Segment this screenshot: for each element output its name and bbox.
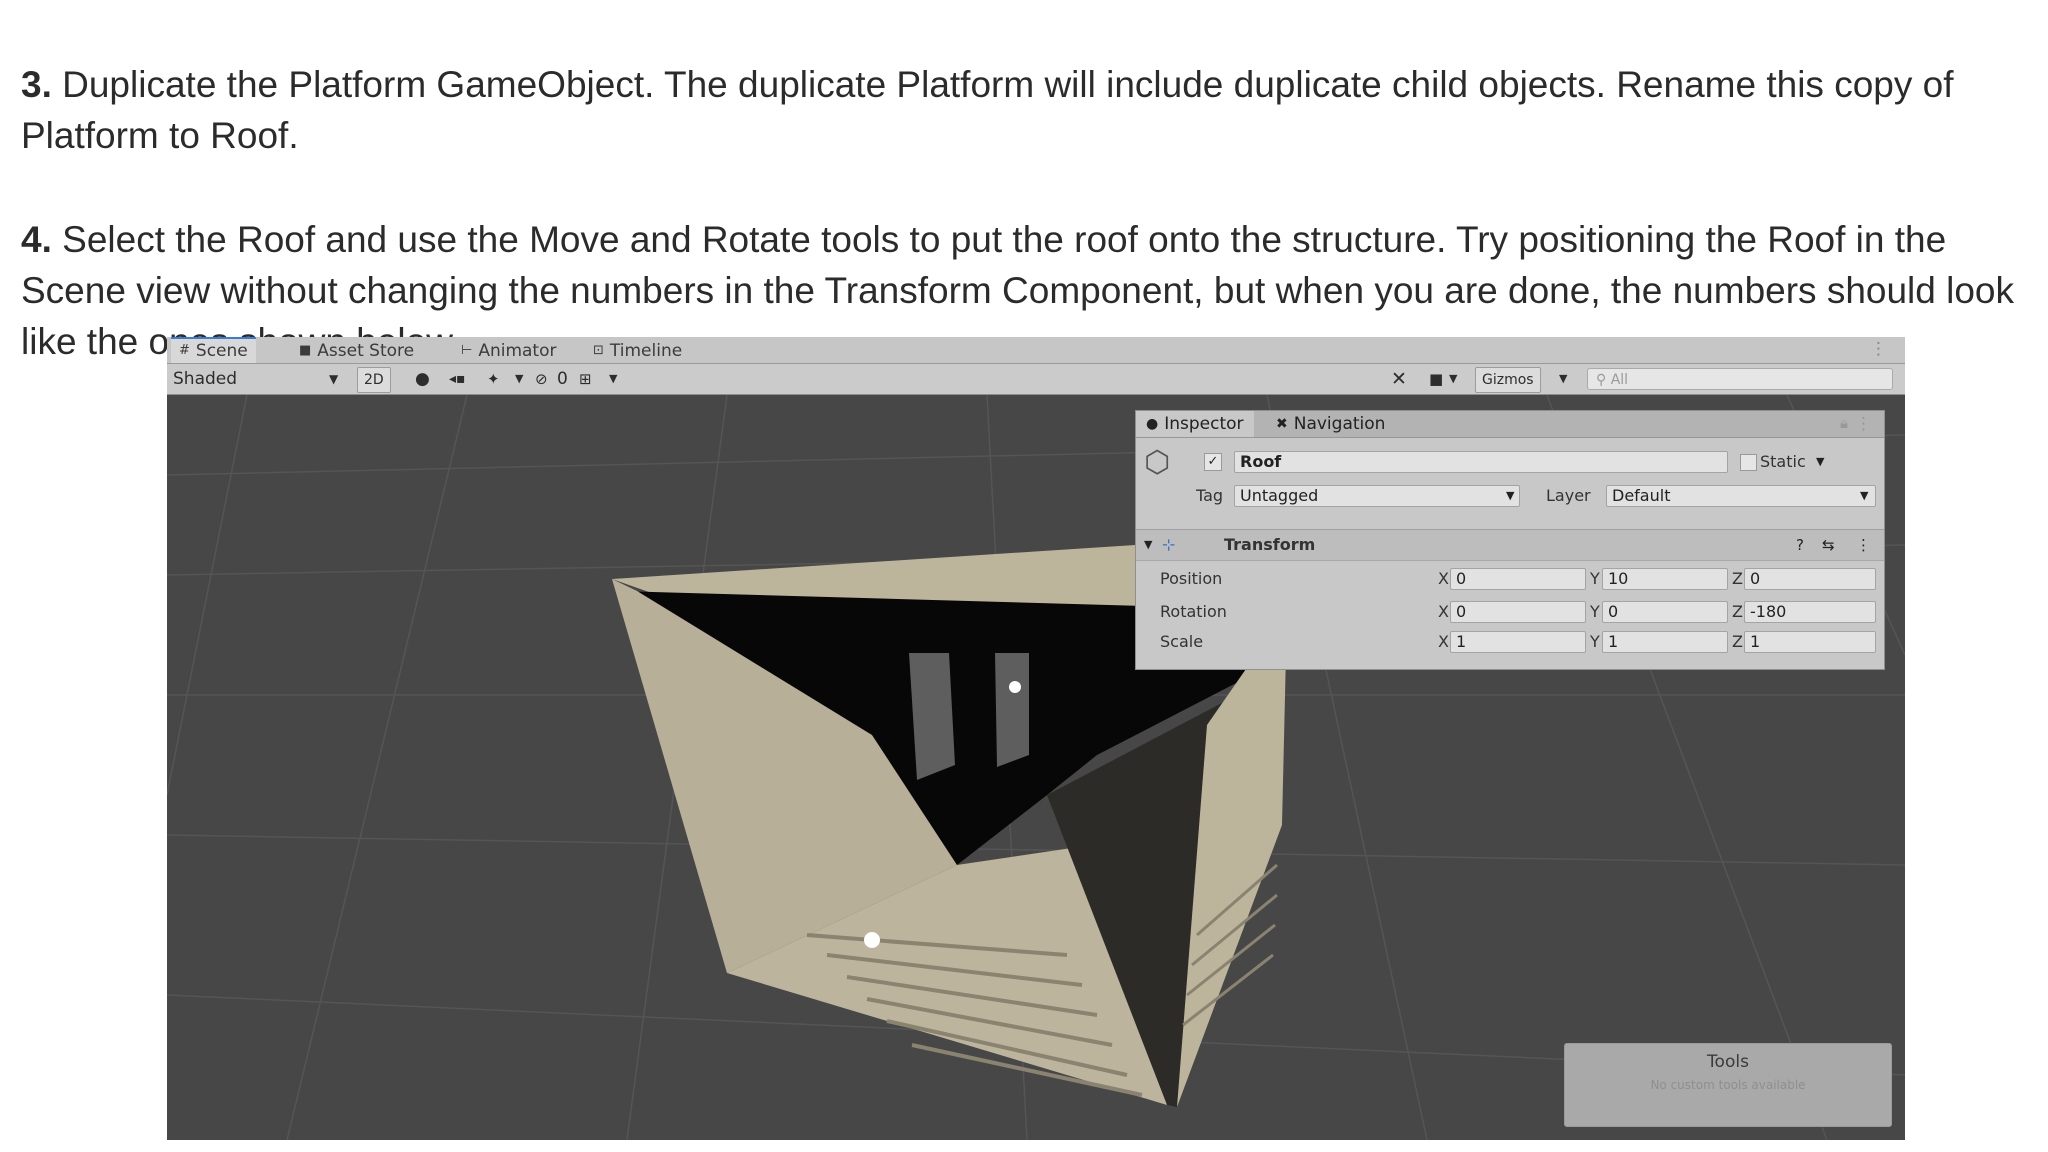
chevron-down-icon: ▼: [1449, 372, 1458, 385]
cube-icon: ⬡: [1144, 445, 1171, 480]
grid-icon: #: [179, 343, 190, 358]
position-x-input[interactable]: 0: [1450, 568, 1586, 590]
inspector-panel: ● Inspector ✖ Navigation 🔒︎ ⋮ ⬡ ✓ Roof S…: [1135, 410, 1885, 670]
chevron-down-icon: ▼: [1506, 489, 1515, 502]
axis-x-label[interactable]: X: [1438, 568, 1449, 590]
tab-label: Asset Store: [317, 341, 415, 361]
camera-icon[interactable]: ■: [1429, 367, 1443, 391]
transform-icon: ⊹: [1162, 535, 1176, 554]
tab-label: Scene: [195, 341, 248, 361]
layer-label: Layer: [1546, 486, 1591, 505]
editor-tab-bar: # Scene ■ Asset Store ⊢ Animator ⊡ Timel…: [167, 337, 1905, 364]
grid-toggle-icon[interactable]: ⊞: [579, 367, 592, 391]
presets-icon[interactable]: ⇆: [1822, 534, 1835, 556]
axis-z-label[interactable]: Z: [1732, 568, 1743, 590]
animator-icon: ⊢: [461, 343, 473, 358]
axis-x-label[interactable]: X: [1438, 601, 1449, 623]
timeline-icon: ⊡: [593, 343, 604, 358]
chevron-down-icon: ▼: [609, 372, 618, 385]
static-label[interactable]: Static: [1760, 451, 1806, 473]
object-name-input[interactable]: Roof: [1234, 451, 1728, 473]
tools-overlay: Tools No custom tools available: [1564, 1043, 1892, 1127]
tab-animator[interactable]: ⊢ Animator: [453, 339, 565, 363]
chevron-down-icon: ▼: [1860, 489, 1869, 502]
effects-icon[interactable]: ✦: [487, 367, 500, 391]
step-number: 4.: [21, 219, 52, 260]
tag-label: Tag: [1196, 486, 1224, 505]
search-placeholder: All: [1610, 372, 1629, 388]
position-z-input[interactable]: 0: [1744, 568, 1876, 590]
rotation-y-input[interactable]: 0: [1602, 601, 1728, 623]
scale-z-input[interactable]: 1: [1744, 631, 1876, 653]
scene-search-input[interactable]: ⚲ All: [1587, 368, 1893, 390]
step-number: 3.: [21, 64, 52, 105]
tools-subtitle: No custom tools available: [1650, 1078, 1806, 1092]
chevron-down-icon: ▼: [1816, 455, 1825, 468]
help-icon[interactable]: ?: [1796, 534, 1804, 556]
step-3-paragraph: 3. Duplicate the Platform GameObject. Th…: [21, 59, 2031, 161]
rotation-x-input[interactable]: 0: [1450, 601, 1586, 623]
audio-icon[interactable]: ◂▪: [449, 367, 466, 391]
window-slot: [909, 653, 955, 780]
layer-dropdown[interactable]: Default: [1606, 485, 1876, 507]
store-icon: ■: [299, 343, 312, 358]
navigation-icon: ✖: [1276, 416, 1288, 432]
static-checkbox[interactable]: [1740, 454, 1757, 471]
lock-icon[interactable]: 🔒︎: [1840, 414, 1848, 432]
active-checkbox[interactable]: ✓: [1204, 453, 1222, 471]
rotation-label: Rotation: [1160, 602, 1227, 621]
scene-toolbar: Shaded ▼ 2D ● ◂▪ ✦ ▼ ⊘ 0 ⊞ ▼ ✕ ■ ▼ Gizmo…: [167, 364, 1905, 395]
tools-title: Tools: [1707, 1052, 1749, 1072]
chevron-down-icon: ▼: [1559, 372, 1568, 385]
axis-z-label[interactable]: Z: [1732, 631, 1743, 653]
2d-mode-button[interactable]: 2D: [357, 367, 391, 393]
inspector-tab-bar: ● Inspector ✖ Navigation 🔒︎ ⋮: [1136, 411, 1884, 438]
hidden-count: 0: [557, 369, 568, 389]
axis-y-label[interactable]: Y: [1590, 631, 1600, 653]
rotation-z-input[interactable]: -180: [1744, 601, 1876, 623]
light-gizmo: [1009, 681, 1021, 693]
tab-menu-icon[interactable]: ⋮: [1870, 339, 1887, 359]
tab-label: Navigation: [1293, 414, 1386, 434]
axis-z-label[interactable]: Z: [1732, 601, 1743, 623]
info-icon: ●: [1146, 416, 1159, 432]
axis-y-label[interactable]: Y: [1590, 601, 1600, 623]
foldout-arrow-icon[interactable]: ▼: [1144, 534, 1152, 556]
scale-y-input[interactable]: 1: [1602, 631, 1728, 653]
gizmos-button[interactable]: Gizmos: [1475, 367, 1541, 393]
lighting-icon[interactable]: ●: [415, 367, 430, 391]
position-label: Position: [1160, 569, 1223, 588]
window-slot: [995, 653, 1029, 767]
tab-label: Timeline: [609, 341, 683, 361]
step-text: Duplicate the Platform GameObject. The d…: [21, 64, 1954, 156]
chevron-down-icon: ▼: [515, 372, 524, 385]
camera-gizmo: [864, 932, 880, 948]
tab-label: Inspector: [1164, 414, 1244, 434]
search-icon: ⚲: [1596, 372, 1611, 388]
tab-inspector[interactable]: ● Inspector: [1136, 411, 1254, 437]
panel-menu-icon[interactable]: ⋮: [1855, 414, 1872, 434]
tab-timeline[interactable]: ⊡ Timeline: [585, 339, 690, 363]
tab-scene[interactable]: # Scene: [171, 337, 256, 363]
unity-editor-screenshot: # Scene ■ Asset Store ⊢ Animator ⊡ Timel…: [167, 337, 1905, 1140]
scale-label: Scale: [1160, 632, 1204, 651]
hidden-objects-icon[interactable]: ⊘: [535, 367, 548, 391]
axis-x-label[interactable]: X: [1438, 631, 1449, 653]
position-y-input[interactable]: 10: [1602, 568, 1728, 590]
scale-x-input[interactable]: 1: [1450, 631, 1586, 653]
chevron-down-icon: ▼: [329, 372, 339, 386]
tab-label: Animator: [478, 341, 557, 361]
component-menu-icon[interactable]: ⋮: [1856, 534, 1871, 556]
tab-asset-store[interactable]: ■ Asset Store: [291, 339, 422, 363]
transform-header[interactable]: ▼ ⊹ Transform ? ⇆ ⋮: [1136, 529, 1884, 561]
shading-mode-dropdown[interactable]: Shaded: [173, 367, 237, 391]
component-title: Transform: [1224, 535, 1316, 554]
tab-navigation[interactable]: ✖ Navigation: [1266, 411, 1395, 437]
tools-icon[interactable]: ✕: [1391, 367, 1407, 391]
axis-y-label[interactable]: Y: [1590, 568, 1600, 590]
tag-dropdown[interactable]: Untagged: [1234, 485, 1520, 507]
